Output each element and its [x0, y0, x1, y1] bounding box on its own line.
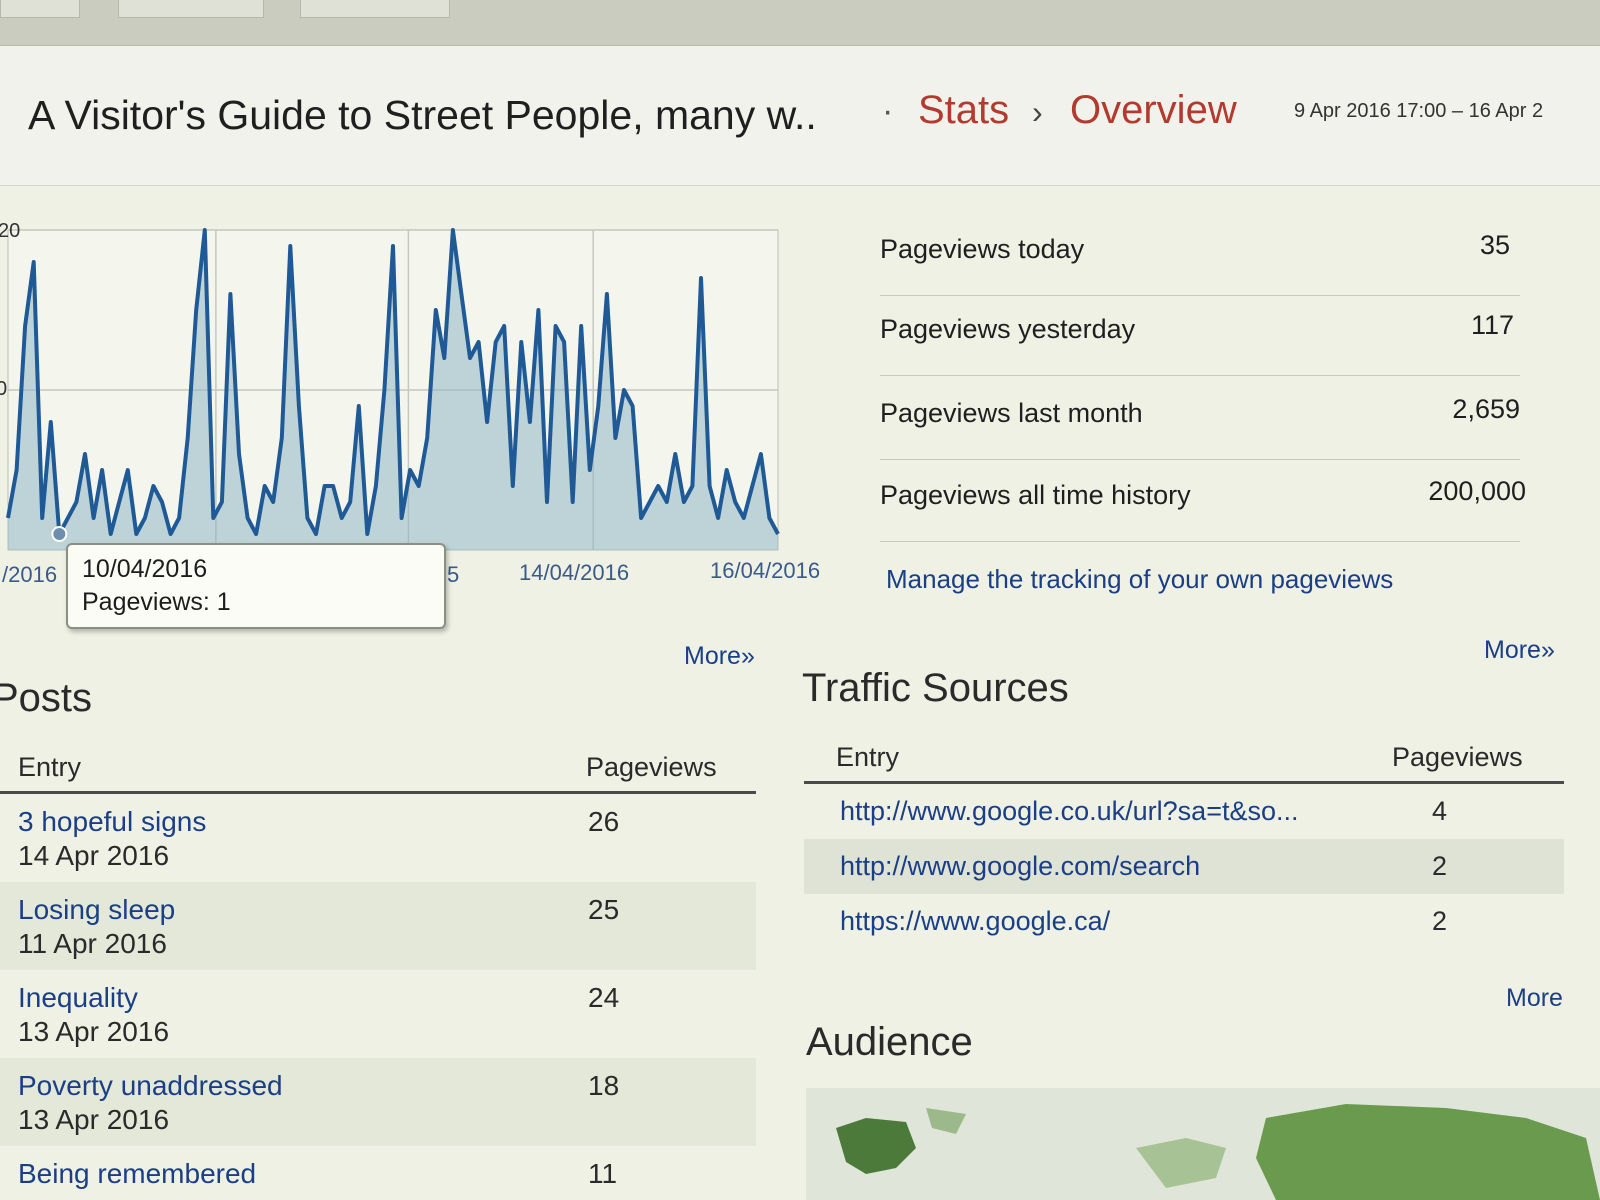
stat-pageviews-yesterday: Pageviews yesterday 117: [880, 294, 1520, 376]
stat-label: Pageviews all time history: [880, 480, 1191, 510]
table-row: Losing sleep 11 Apr 2016 25: [0, 882, 756, 970]
traffic-pageviews: 2: [1432, 906, 1448, 936]
post-pageviews: 25: [588, 894, 620, 925]
post-pageviews: 11: [588, 1158, 618, 1189]
traffic-source-link[interactable]: http://www.google.com/search: [804, 839, 1374, 894]
highlighted-point[interactable]: [51, 526, 68, 542]
posts-table: Entry Pageviews 3 hopeful signs 14 Apr 2…: [0, 744, 756, 1200]
post-entry-cell: Inequality 13 Apr 2016: [0, 970, 570, 1058]
browser-tab[interactable]: [0, 0, 80, 18]
manage-tracking-link[interactable]: Manage the tracking of your own pageview…: [886, 564, 1393, 595]
traffic-table-header: Entry Pageviews: [804, 734, 1564, 783]
traffic-col-pageviews[interactable]: Pageviews: [1374, 734, 1564, 783]
stat-pageviews-last-month: Pageviews last month 2,659: [880, 378, 1520, 460]
world-map-svg: [836, 1104, 1600, 1200]
chart-tooltip: 10/04/2016 Pageviews: 1: [66, 543, 446, 629]
stat-label: Pageviews today: [880, 234, 1085, 264]
post-date: 13 Apr 2016: [18, 1016, 170, 1047]
posts-section-title: Posts: [0, 676, 93, 720]
browser-tab[interactable]: [300, 0, 450, 18]
posts-col-entry[interactable]: Entry: [0, 744, 570, 793]
traffic-pageviews: 4: [1432, 796, 1448, 826]
y-tick-top: 20: [0, 220, 21, 242]
post-date: 11 Apr 2016: [18, 928, 167, 959]
table-row: http://www.google.co.uk/url?sa=t&so... 4: [804, 783, 1564, 840]
map-region-eurasia[interactable]: [1256, 1104, 1600, 1200]
browser-top-strip: [0, 0, 1600, 46]
post-pageviews: 24: [588, 982, 620, 1013]
traffic-more-link[interactable]: More: [1506, 984, 1563, 1013]
traffic-table: Entry Pageviews http://www.google.co.uk/…: [804, 734, 1564, 949]
table-row: Poverty unaddressed 13 Apr 2016 18: [0, 1058, 756, 1146]
stat-value: 200,000: [1428, 476, 1526, 506]
stat-value: 2,659: [1452, 394, 1520, 424]
post-entry-cell: Losing sleep 11 Apr 2016: [0, 882, 570, 970]
audience-section-title: Audience: [806, 1020, 973, 1064]
stats-more-link[interactable]: More»: [1484, 636, 1555, 665]
traffic-col-entry[interactable]: Entry: [804, 734, 1374, 783]
post-entry-cell: 3 hopeful signs 14 Apr 2016: [0, 793, 570, 883]
pageviews-chart-svg: [6, 228, 780, 551]
chart-more-link[interactable]: More»: [684, 642, 755, 671]
table-row: Inequality 13 Apr 2016 24: [0, 970, 756, 1058]
stat-label: Pageviews last month: [880, 398, 1143, 428]
posts-table-header: Entry Pageviews: [0, 744, 756, 793]
tooltip-date: 10/04/2016: [82, 555, 208, 583]
posts-col-pageviews[interactable]: Pageviews: [570, 744, 756, 793]
stat-label: Pageviews yesterday: [880, 314, 1136, 344]
post-entry-cell: Being remembered: [0, 1146, 570, 1200]
post-title-link[interactable]: Losing sleep: [18, 894, 570, 926]
traffic-source-link[interactable]: https://www.google.ca/: [804, 894, 1374, 949]
post-pageviews: 26: [588, 806, 620, 837]
stat-value: 117: [1470, 310, 1514, 340]
map-region-europe[interactable]: [1136, 1138, 1226, 1188]
stat-value: 35: [1479, 230, 1510, 260]
table-row: https://www.google.ca/ 2: [804, 894, 1564, 949]
x-tick-label: /2016: [2, 562, 58, 587]
post-pageviews: 18: [588, 1070, 620, 1101]
browser-tab[interactable]: [118, 0, 264, 18]
post-entry-cell: Poverty unaddressed 13 Apr 2016: [0, 1058, 570, 1146]
table-row: http://www.google.com/search 2: [804, 839, 1564, 894]
post-date: 14 Apr 2016: [18, 840, 170, 871]
map-region-north-america[interactable]: [836, 1118, 916, 1174]
blog-title[interactable]: A Visitor's Guide to Street People, many…: [28, 92, 817, 139]
pageviews-chart[interactable]: 20 0: [0, 220, 800, 560]
stat-pageviews-today: Pageviews today 35: [880, 214, 1520, 296]
date-range[interactable]: 9 Apr 2016 17:00 – 16 Apr 2: [1294, 100, 1543, 123]
traffic-pageviews: 2: [1432, 851, 1448, 881]
table-row: Being remembered 11: [0, 1146, 756, 1200]
x-tick-label: 16/04/2016: [710, 558, 821, 583]
x-tick-label: 14/04/2016: [519, 560, 630, 585]
x-tick-label: 5: [447, 562, 460, 587]
post-title-link[interactable]: Poverty unaddressed: [18, 1070, 570, 1102]
tooltip-value: Pageviews: 1: [82, 588, 231, 616]
breadcrumb-overview: Overview: [1070, 88, 1237, 132]
stat-pageviews-all-time: Pageviews all time history 200,000: [880, 460, 1526, 542]
post-date: 13 Apr 2016: [18, 1104, 170, 1135]
post-title-link[interactable]: Being remembered: [18, 1158, 570, 1190]
table-row: 3 hopeful signs 14 Apr 2016 26: [0, 793, 756, 883]
y-tick-mid: 0: [0, 378, 8, 400]
post-title-link[interactable]: 3 hopeful signs: [18, 806, 570, 838]
traffic-section-title: Traffic Sources: [802, 666, 1069, 710]
audience-world-map[interactable]: [806, 1088, 1600, 1200]
breadcrumb-separator: ·: [882, 92, 894, 130]
breadcrumb-arrow: ›: [1032, 94, 1043, 130]
map-region-greenland[interactable]: [926, 1108, 966, 1134]
traffic-source-link[interactable]: http://www.google.co.uk/url?sa=t&so...: [804, 783, 1374, 840]
post-title-link[interactable]: Inequality: [18, 982, 570, 1014]
breadcrumb-stats[interactable]: Stats: [918, 88, 1009, 133]
